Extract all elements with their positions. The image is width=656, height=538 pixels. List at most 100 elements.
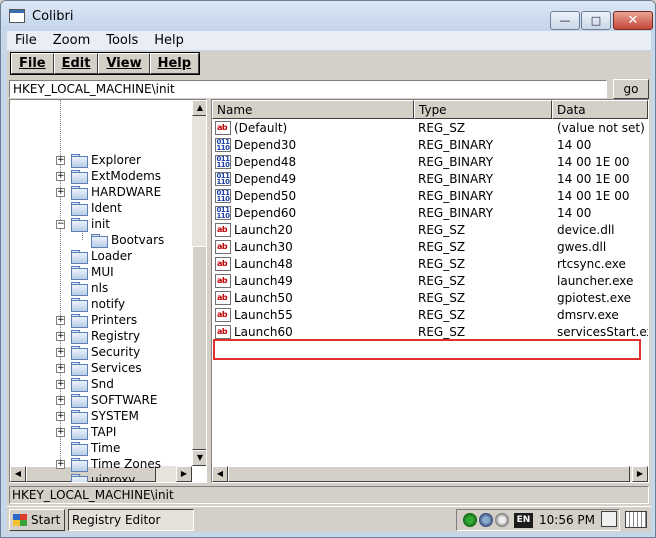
host-menu-tools[interactable]: Tools <box>106 33 138 48</box>
menu-file[interactable]: File <box>11 53 54 74</box>
input-language-indicator[interactable]: EN <box>514 513 533 528</box>
expand-icon[interactable]: + <box>56 459 65 469</box>
scroll-right-arrow-icon[interactable]: ▶ <box>176 466 192 482</box>
tree-node[interactable]: MUI <box>56 264 114 280</box>
menu-view[interactable]: View <box>98 53 150 74</box>
tree-node-label: SYSTEM <box>91 409 139 423</box>
keyboard-icon[interactable] <box>625 511 647 528</box>
expand-icon[interactable]: + <box>56 411 65 421</box>
table-row[interactable]: ab Launch55 REG_SZ dmsrv.exe <box>212 307 648 324</box>
menu-edit[interactable]: Edit <box>53 53 99 74</box>
folder-icon <box>71 458 88 472</box>
host-menu-zoom[interactable]: Zoom <box>53 33 90 48</box>
tree-node[interactable]: + Explorer <box>56 152 141 168</box>
expand-icon[interactable]: + <box>56 171 65 181</box>
address-input[interactable]: HKEY_LOCAL_MACHINE\init <box>9 80 607 98</box>
list-hscroll-thumb[interactable] <box>228 466 630 482</box>
expand-icon[interactable]: + <box>56 155 65 165</box>
string-value-icon: ab <box>215 274 231 288</box>
scroll-down-arrow-icon[interactable]: ▼ <box>192 450 206 466</box>
cell-name: Launch60 <box>234 325 293 339</box>
go-button[interactable]: go <box>613 79 649 99</box>
tree-scroll-thumb[interactable] <box>192 246 206 450</box>
tree-node[interactable]: + HARDWARE <box>56 184 161 200</box>
tree-node[interactable]: nls <box>56 280 108 296</box>
tree-vertical-scrollbar[interactable]: ▲ ▼ <box>192 100 206 466</box>
collapse-icon[interactable]: − <box>56 219 65 229</box>
tree-node-label: init <box>91 217 110 231</box>
table-row[interactable]: 011 110 Depend60 REG_BINARY 14 00 <box>212 205 648 222</box>
desktop-icon[interactable] <box>601 511 617 527</box>
status-bar: HKEY_LOCAL_MACHINE\init <box>9 486 649 504</box>
folder-icon <box>71 378 88 392</box>
tree-node[interactable]: notify <box>56 296 125 312</box>
table-row[interactable]: ab Launch48 REG_SZ rtcsync.exe <box>212 256 648 273</box>
tree-node[interactable]: Bootvars <box>76 232 164 248</box>
expand-icon[interactable]: + <box>56 363 65 373</box>
volume-icon[interactable] <box>495 513 509 527</box>
table-row[interactable]: ab (Default) REG_SZ (value not set) <box>212 120 648 137</box>
host-menu-help[interactable]: Help <box>154 33 184 48</box>
registry-tree[interactable]: ▲ ▼ ◀ ▶ + Explorer + ExtModems + HARDWARE Iden… <box>9 99 207 483</box>
column-header-type[interactable]: Type <box>414 100 552 119</box>
menu-help[interactable]: Help <box>149 53 200 74</box>
expand-icon[interactable]: + <box>56 331 65 341</box>
tree-node[interactable]: + SOFTWARE <box>56 392 157 408</box>
cell-type: REG_SZ <box>418 257 466 271</box>
scroll-right-arrow-icon[interactable]: ▶ <box>632 466 648 482</box>
scroll-up-arrow-icon[interactable]: ▲ <box>192 100 206 116</box>
table-row[interactable]: 011 110 Depend49 REG_BINARY 14 00 1E 00 <box>212 171 648 188</box>
list-horizontal-scrollbar[interactable]: ◀ ▶ <box>212 466 648 482</box>
host-menu-file[interactable]: File <box>15 33 37 48</box>
expand-icon[interactable]: + <box>56 427 65 437</box>
task-registry-editor[interactable]: Registry Editor <box>68 509 194 531</box>
folder-icon <box>71 330 88 344</box>
scroll-left-arrow-icon[interactable]: ◀ <box>212 466 228 482</box>
table-row[interactable]: ab Launch30 REG_SZ gwes.dll <box>212 239 648 256</box>
tree-node[interactable]: + Time Zones <box>56 456 161 472</box>
tree-node[interactable]: Loader <box>56 248 132 264</box>
tree-node[interactable]: + Services <box>56 360 142 376</box>
folder-icon <box>71 442 88 456</box>
tree-node[interactable]: + Registry <box>56 328 140 344</box>
table-row[interactable]: ab Launch20 REG_SZ device.dll <box>212 222 648 239</box>
column-header-data[interactable]: Data <box>552 100 648 119</box>
folder-icon <box>71 250 88 264</box>
tree-node[interactable]: + Security <box>56 344 140 360</box>
cell-data: launcher.exe <box>557 274 634 288</box>
expand-icon[interactable]: + <box>56 315 65 325</box>
expand-icon[interactable]: + <box>56 379 65 389</box>
tree-node[interactable]: − init <box>56 216 110 232</box>
expand-icon[interactable]: + <box>56 395 65 405</box>
tree-node[interactable]: + Printers <box>56 312 137 328</box>
table-row[interactable]: 011 110 Depend50 REG_BINARY 14 00 1E 00 <box>212 188 648 205</box>
tree-node[interactable]: + SYSTEM <box>56 408 139 424</box>
tree-node[interactable]: uiproxy <box>56 472 135 482</box>
table-row[interactable]: 011 110 Depend30 REG_BINARY 14 00 <box>212 137 648 154</box>
tree-node[interactable]: + TAPI <box>56 424 116 440</box>
start-button[interactable]: Start <box>9 509 65 531</box>
cell-type: REG_SZ <box>418 308 466 322</box>
scroll-left-arrow-icon[interactable]: ◀ <box>10 466 26 482</box>
close-button[interactable]: ✕ <box>613 11 653 30</box>
table-row[interactable]: 011 110 Depend48 REG_BINARY 14 00 1E 00 <box>212 154 648 171</box>
network-icon[interactable] <box>463 513 477 527</box>
table-row[interactable]: ab Launch50 REG_SZ gpiotest.exe <box>212 290 648 307</box>
tree-node[interactable]: Time <box>56 440 120 456</box>
maximize-button[interactable]: □ <box>581 11 611 30</box>
tree-node[interactable]: Ident <box>56 200 122 216</box>
expand-icon[interactable]: + <box>56 187 65 197</box>
table-row[interactable]: ab Launch49 REG_SZ launcher.exe <box>212 273 648 290</box>
values-list[interactable]: Name Type Data ◀ ▶ ab (Default) REG_SZ (val… <box>211 99 649 483</box>
cell-name: Launch50 <box>234 291 293 305</box>
cell-name: Depend48 <box>234 155 297 169</box>
expand-icon[interactable]: + <box>56 347 65 357</box>
column-header-name[interactable]: Name <box>212 100 414 119</box>
minimize-button[interactable]: — <box>550 11 580 30</box>
tree-node[interactable]: + ExtModems <box>56 168 161 184</box>
tree-node-label: TAPI <box>91 425 117 439</box>
tree-node[interactable]: + Snd <box>56 376 114 392</box>
table-row[interactable]: abLaunch60 REG_SZ servicesStart.exe <box>212 324 648 341</box>
folder-icon <box>91 234 108 248</box>
connection-icon[interactable] <box>479 513 493 527</box>
